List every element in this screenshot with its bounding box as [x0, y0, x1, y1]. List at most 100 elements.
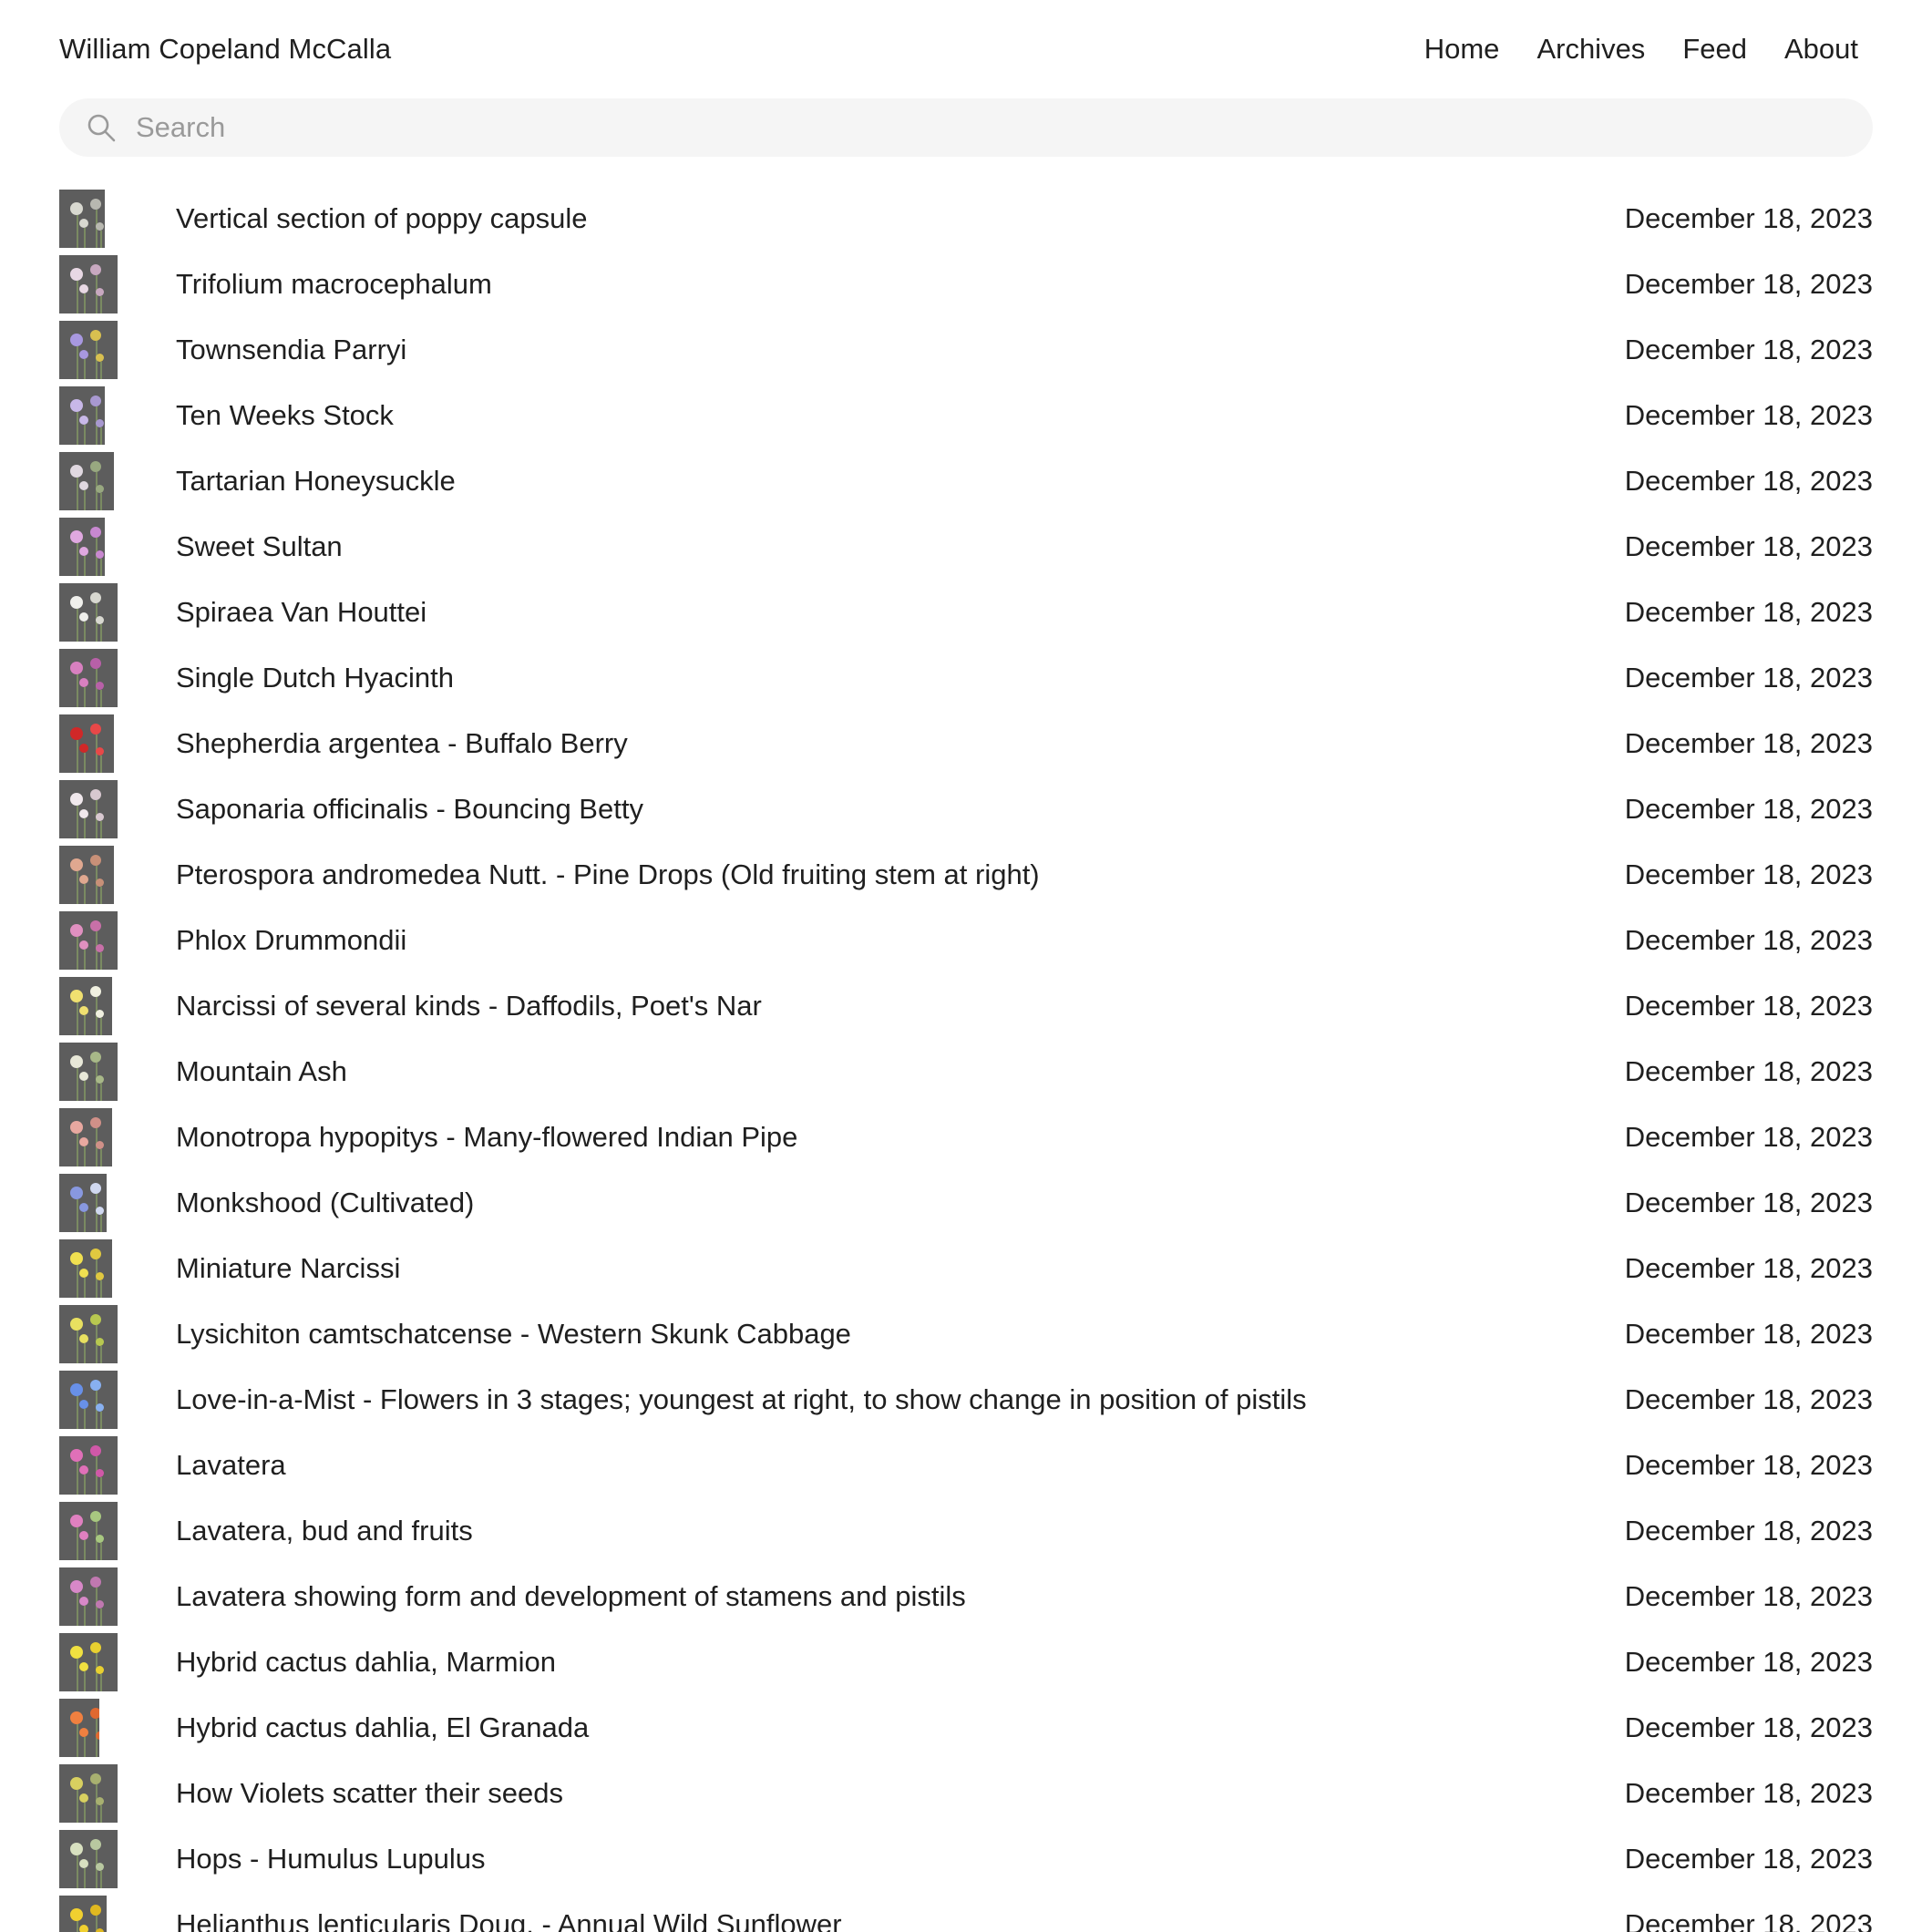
post-thumbnail[interactable] [59, 452, 114, 510]
post-row[interactable]: Trifolium macrocephalum December 18, 2023 [59, 252, 1873, 317]
post-date: December 18, 2023 [1624, 1777, 1873, 1809]
post-row[interactable]: Tartarian Honeysuckle December 18, 2023 [59, 448, 1873, 514]
post-title[interactable]: Lavatera, bud and fruits [176, 1515, 1625, 1547]
post-title[interactable]: Single Dutch Hyacinth [176, 662, 1625, 694]
post-thumbnail[interactable] [59, 1436, 118, 1495]
post-row[interactable]: Townsendia Parryi December 18, 2023 [59, 317, 1873, 383]
post-row[interactable]: Shepherdia argentea - Buffalo Berry Decem… [59, 711, 1873, 776]
nav-link-about[interactable]: About [1784, 33, 1858, 66]
post-title[interactable]: Trifolium macrocephalum [176, 268, 1625, 301]
thumbnail-cell [59, 1305, 176, 1363]
post-row[interactable]: Hybrid cactus dahlia, Marmion December 18… [59, 1629, 1873, 1695]
post-thumbnail[interactable] [59, 1108, 112, 1166]
post-thumbnail[interactable] [59, 1633, 118, 1691]
post-thumbnail[interactable] [59, 649, 118, 707]
nav-link-home[interactable]: Home [1424, 33, 1500, 66]
post-row[interactable]: Sweet Sultan December 18, 2023 [59, 514, 1873, 580]
post-row[interactable]: Vertical section of poppy capsule Decembe… [59, 186, 1873, 252]
post-title[interactable]: Monkshood (Cultivated) [176, 1187, 1625, 1219]
post-title[interactable]: Miniature Narcissi [176, 1252, 1625, 1285]
post-thumbnail[interactable] [59, 714, 114, 773]
post-date: December 18, 2023 [1624, 1843, 1873, 1875]
post-row[interactable]: Hybrid cactus dahlia, El Granada December… [59, 1695, 1873, 1761]
post-thumbnail[interactable] [59, 911, 118, 970]
post-title[interactable]: Mountain Ash [176, 1055, 1625, 1088]
post-thumbnail[interactable] [59, 190, 105, 248]
post-row[interactable]: Lavatera, bud and fruits December 18, 202… [59, 1498, 1873, 1564]
post-thumbnail[interactable] [59, 1830, 118, 1888]
nav-link-feed[interactable]: Feed [1682, 33, 1747, 66]
post-thumbnail[interactable] [59, 1567, 118, 1626]
post-thumbnail[interactable] [59, 1371, 118, 1429]
post-thumbnail[interactable] [59, 518, 105, 576]
post-thumbnail[interactable] [59, 255, 118, 313]
thumbnail-cell [59, 1239, 176, 1298]
post-row[interactable]: Spiraea Van Houttei December 18, 2023 [59, 580, 1873, 645]
post-thumbnail[interactable] [59, 583, 118, 642]
post-row[interactable]: Love-in-a-Mist - Flowers in 3 stages; yo… [59, 1367, 1873, 1433]
search-bar[interactable] [59, 98, 1873, 157]
search-input[interactable] [134, 99, 1873, 156]
post-title[interactable]: Monotropa hypopitys - Many-flowered Indi… [176, 1121, 1625, 1154]
post-thumbnail[interactable] [59, 780, 118, 838]
thumbnail-cell [59, 1567, 176, 1626]
nav-link-archives[interactable]: Archives [1536, 33, 1645, 66]
post-thumbnail[interactable] [59, 1043, 118, 1101]
post-title[interactable]: Pterospora andromedea Nutt. - Pine Drops… [176, 858, 1625, 891]
post-row[interactable]: Helianthus lenticularis Doug. - Annual W… [59, 1892, 1873, 1932]
post-thumbnail[interactable] [59, 1502, 118, 1560]
thumbnail-cell [59, 714, 176, 773]
post-title[interactable]: Hops - Humulus Lupulus [176, 1843, 1625, 1875]
post-thumbnail[interactable] [59, 1896, 107, 1932]
post-title[interactable]: Lavatera [176, 1449, 1625, 1482]
post-title[interactable]: Vertical section of poppy capsule [176, 202, 1625, 235]
post-title[interactable]: Narcissi of several kinds - Daffodils, P… [176, 990, 1625, 1023]
post-row[interactable]: Monotropa hypopitys - Many-flowered Indi… [59, 1105, 1873, 1170]
thumbnail-cell [59, 452, 176, 510]
post-row[interactable]: Miniature Narcissi December 18, 2023 [59, 1236, 1873, 1301]
post-row[interactable]: Single Dutch Hyacinth December 18, 2023 [59, 645, 1873, 711]
thumbnail-cell [59, 190, 176, 248]
post-thumbnail[interactable] [59, 1239, 112, 1298]
post-row[interactable]: Monkshood (Cultivated) December 18, 2023 [59, 1170, 1873, 1236]
post-title[interactable]: How Violets scatter their seeds [176, 1777, 1625, 1810]
post-date: December 18, 2023 [1624, 662, 1873, 694]
page: William Copeland McCalla Home Archives F… [0, 0, 1932, 1932]
post-title[interactable]: Shepherdia argentea - Buffalo Berry [176, 727, 1625, 760]
post-title[interactable]: Saponaria officinalis - Bouncing Betty [176, 793, 1625, 826]
post-thumbnail[interactable] [59, 977, 112, 1035]
post-title[interactable]: Hybrid cactus dahlia, El Granada [176, 1711, 1625, 1744]
post-thumbnail[interactable] [59, 386, 105, 445]
post-row[interactable]: Mountain Ash December 18, 2023 [59, 1039, 1873, 1105]
post-title[interactable]: Helianthus lenticularis Doug. - Annual W… [176, 1908, 1625, 1932]
post-thumbnail[interactable] [59, 321, 118, 379]
post-row[interactable]: Narcissi of several kinds - Daffodils, P… [59, 973, 1873, 1039]
post-title[interactable]: Tartarian Honeysuckle [176, 465, 1625, 498]
site-title[interactable]: William Copeland McCalla [59, 33, 391, 66]
post-thumbnail[interactable] [59, 846, 114, 904]
post-thumbnail[interactable] [59, 1699, 99, 1757]
post-row[interactable]: How Violets scatter their seeds December … [59, 1761, 1873, 1826]
post-title[interactable]: Lavatera showing form and development of… [176, 1580, 1625, 1613]
post-row[interactable]: Ten Weeks Stock December 18, 2023 [59, 383, 1873, 448]
post-title[interactable]: Spiraea Van Houttei [176, 596, 1625, 629]
post-title[interactable]: Phlox Drummondii [176, 924, 1625, 957]
post-row[interactable]: Saponaria officinalis - Bouncing Betty De… [59, 776, 1873, 842]
post-title[interactable]: Hybrid cactus dahlia, Marmion [176, 1646, 1625, 1679]
nav: Home Archives Feed About [1424, 33, 1873, 66]
post-row[interactable]: Hops - Humulus Lupulus December 18, 2023 [59, 1826, 1873, 1892]
post-title[interactable]: Sweet Sultan [176, 530, 1625, 563]
post-row[interactable]: Lavatera showing form and development of… [59, 1564, 1873, 1629]
post-title[interactable]: Ten Weeks Stock [176, 399, 1625, 432]
post-date: December 18, 2023 [1624, 1515, 1873, 1547]
post-thumbnail[interactable] [59, 1174, 107, 1232]
post-row[interactable]: Phlox Drummondii December 18, 2023 [59, 908, 1873, 973]
post-title[interactable]: Love-in-a-Mist - Flowers in 3 stages; yo… [176, 1383, 1625, 1416]
post-thumbnail[interactable] [59, 1305, 118, 1363]
post-title[interactable]: Townsendia Parryi [176, 334, 1625, 366]
post-row[interactable]: Lysichiton camtschatcense - Western Skun… [59, 1301, 1873, 1367]
post-thumbnail[interactable] [59, 1764, 118, 1823]
post-row[interactable]: Lavatera December 18, 2023 [59, 1433, 1873, 1498]
post-title[interactable]: Lysichiton camtschatcense - Western Skun… [176, 1318, 1625, 1351]
post-row[interactable]: Pterospora andromedea Nutt. - Pine Drops… [59, 842, 1873, 908]
